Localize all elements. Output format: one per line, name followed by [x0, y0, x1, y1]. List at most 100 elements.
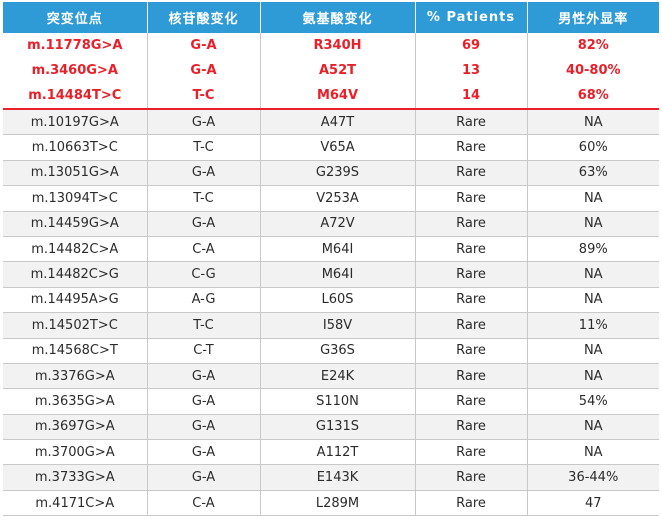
- cell-nucleotide-change: A-G: [147, 287, 261, 314]
- cell-male-penetrance: NA: [527, 363, 659, 390]
- table-row: m.3376G>A G-A E24K Rare NA: [3, 363, 659, 390]
- cell-mutation-site: m.10663T>C: [3, 134, 148, 161]
- cell-percent-patients: Rare: [415, 261, 528, 288]
- cell-mutation-site: m.14495A>G: [3, 287, 148, 314]
- cell-male-penetrance: NA: [527, 211, 659, 237]
- cell-percent-patients: Rare: [415, 414, 528, 441]
- cell-male-penetrance: 89%: [527, 236, 659, 263]
- cell-male-penetrance: 63%: [527, 160, 659, 187]
- table-row: m.10197G>A G-A A47T Rare NA: [3, 109, 659, 136]
- cell-male-penetrance: 60%: [527, 134, 659, 161]
- cell-mutation-site: m.13051G>A: [3, 160, 148, 187]
- header-amino-acid-change: 氨基酸变化: [260, 2, 416, 33]
- cell-percent-patients: Rare: [415, 185, 528, 212]
- header-mutation-site: 突变位点: [3, 2, 148, 33]
- cell-mutation-site: m.11778G>A: [3, 33, 148, 58]
- table-row: m.14502T>C T-C I58V Rare 11%: [3, 312, 659, 339]
- table-row: m.10663T>C T-C V65A Rare 60%: [3, 134, 659, 161]
- table-row: m.4171C>A C-A L289M Rare 47: [3, 490, 659, 517]
- cell-amino-acid-change: V253A: [260, 185, 416, 212]
- cell-mutation-site: m.3700G>A: [3, 439, 148, 466]
- table-row-highlighted: m.14484T>C T-C M64V 14 68%: [3, 83, 659, 110]
- cell-nucleotide-change: C-A: [147, 490, 261, 517]
- cell-male-penetrance: 40-80%: [527, 58, 659, 83]
- cell-percent-patients: Rare: [415, 236, 528, 263]
- cell-male-penetrance: 36-44%: [527, 464, 659, 491]
- mutation-table-container: 突变位点 核苷酸变化 氨基酸变化 % Patients 男性外显率 m.1177…: [3, 2, 659, 517]
- cell-mutation-site: m.14502T>C: [3, 312, 148, 339]
- cell-mutation-site: m.10197G>A: [3, 109, 148, 136]
- cell-mutation-site: m.3460G>A: [3, 58, 148, 83]
- cell-male-penetrance: 68%: [527, 83, 659, 110]
- cell-amino-acid-change: A72V: [260, 211, 416, 237]
- cell-male-penetrance: NA: [527, 109, 659, 136]
- table-header: 突变位点 核苷酸变化 氨基酸变化 % Patients 男性外显率: [3, 2, 659, 33]
- cell-amino-acid-change: L60S: [260, 287, 416, 314]
- table-row: m.3700G>A G-A A112T Rare NA: [3, 439, 659, 466]
- cell-mutation-site: m.14482C>G: [3, 261, 148, 288]
- cell-percent-patients: Rare: [415, 211, 528, 237]
- cell-nucleotide-change: G-A: [147, 211, 261, 237]
- cell-nucleotide-change: G-A: [147, 388, 261, 415]
- table-row: m.13094T>C T-C V253A Rare NA: [3, 185, 659, 212]
- cell-male-penetrance: NA: [527, 261, 659, 288]
- header-male-penetrance: 男性外显率: [527, 2, 659, 33]
- header-nucleotide-change: 核苷酸变化: [147, 2, 261, 33]
- cell-percent-patients: 69: [415, 33, 528, 58]
- table-row: m.3697G>A G-A G131S Rare NA: [3, 414, 659, 441]
- cell-nucleotide-change: G-A: [147, 464, 261, 491]
- cell-percent-patients: Rare: [415, 388, 528, 415]
- cell-percent-patients: Rare: [415, 439, 528, 466]
- cell-male-penetrance: NA: [527, 414, 659, 441]
- cell-amino-acid-change: V65A: [260, 134, 416, 161]
- table-row: m.13051G>A G-A G239S Rare 63%: [3, 160, 659, 187]
- cell-percent-patients: Rare: [415, 287, 528, 314]
- cell-percent-patients: Rare: [415, 363, 528, 390]
- cell-nucleotide-change: C-T: [147, 338, 261, 364]
- cell-amino-acid-change: M64V: [260, 83, 416, 110]
- table-body: m.11778G>A G-A R340H 69 82% m.3460G>A G-A A52T 1…: [3, 33, 659, 517]
- cell-amino-acid-change: A112T: [260, 439, 416, 466]
- cell-mutation-site: m.3733G>A: [3, 464, 148, 491]
- cell-amino-acid-change: A52T: [260, 58, 416, 83]
- cell-male-penetrance: 54%: [527, 388, 659, 415]
- cell-percent-patients: Rare: [415, 160, 528, 187]
- cell-percent-patients: Rare: [415, 109, 528, 136]
- cell-nucleotide-change: C-G: [147, 261, 261, 288]
- cell-nucleotide-change: G-A: [147, 363, 261, 390]
- cell-mutation-site: m.14484T>C: [3, 83, 148, 110]
- cell-male-penetrance: NA: [527, 185, 659, 212]
- cell-amino-acid-change: S110N: [260, 388, 416, 415]
- cell-male-penetrance: NA: [527, 338, 659, 364]
- cell-nucleotide-change: T-C: [147, 312, 261, 339]
- cell-mutation-site: m.4171C>A: [3, 490, 148, 517]
- cell-amino-acid-change: E143K: [260, 464, 416, 491]
- cell-amino-acid-change: R340H: [260, 33, 416, 58]
- cell-mutation-site: m.3635G>A: [3, 388, 148, 415]
- cell-nucleotide-change: G-A: [147, 414, 261, 441]
- cell-mutation-site: m.3376G>A: [3, 363, 148, 390]
- cell-percent-patients: 14: [415, 83, 528, 110]
- cell-amino-acid-change: G239S: [260, 160, 416, 187]
- header-percent-patients: % Patients: [415, 2, 528, 33]
- cell-nucleotide-change: G-A: [147, 109, 261, 136]
- cell-percent-patients: Rare: [415, 490, 528, 517]
- cell-amino-acid-change: L289M: [260, 490, 416, 517]
- mutation-table: 突变位点 核苷酸变化 氨基酸变化 % Patients 男性外显率 m.1177…: [3, 2, 659, 517]
- cell-male-penetrance: 47: [527, 490, 659, 517]
- table-row: m.14482C>G C-G M64I Rare NA: [3, 261, 659, 288]
- cell-percent-patients: Rare: [415, 464, 528, 491]
- cell-nucleotide-change: C-A: [147, 236, 261, 263]
- cell-percent-patients: Rare: [415, 134, 528, 161]
- table-row: m.14459G>A G-A A72V Rare NA: [3, 211, 659, 237]
- cell-mutation-site: m.14459G>A: [3, 211, 148, 237]
- cell-amino-acid-change: M64I: [260, 236, 416, 263]
- cell-mutation-site: m.14568C>T: [3, 338, 148, 364]
- cell-amino-acid-change: I58V: [260, 312, 416, 339]
- cell-mutation-site: m.3697G>A: [3, 414, 148, 441]
- cell-amino-acid-change: G131S: [260, 414, 416, 441]
- cell-male-penetrance: NA: [527, 287, 659, 314]
- cell-nucleotide-change: T-C: [147, 83, 261, 110]
- cell-mutation-site: m.14482C>A: [3, 236, 148, 263]
- cell-nucleotide-change: G-A: [147, 58, 261, 83]
